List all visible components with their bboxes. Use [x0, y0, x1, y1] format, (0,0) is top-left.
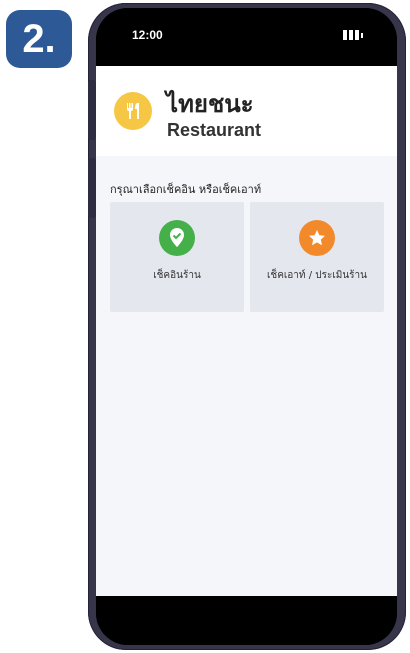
app-content: ไทยชนะ Restaurant กรุณาเลือกเช็คอิน หรือ… [96, 66, 397, 596]
action-cards: เช็คอินร้าน เช็คเอาท์ / ประเมินร้าน [110, 202, 384, 312]
status-bar: 12:00 [96, 8, 397, 66]
fork-knife-icon [114, 92, 152, 130]
star-icon [299, 220, 335, 256]
choose-action-prompt: กรุณาเลือกเช็คอิน หรือเช็คเอาท์ [110, 183, 262, 196]
check-in-card[interactable]: เช็คอินร้าน [110, 202, 244, 312]
check-in-label: เช็คอินร้าน [153, 270, 201, 281]
phone-volume-down-button [88, 158, 96, 218]
step-number-badge: 2. [6, 10, 72, 68]
phone-notch [196, 8, 316, 38]
location-check-icon [159, 220, 195, 256]
phone-volume-up-button [88, 80, 96, 140]
phone-screen: 12:00 ไทยชนะ Restaurant กรุณาเลือกเช็คอิ… [96, 8, 397, 645]
app-title-english: Restaurant [167, 120, 262, 140]
app-title-thai: ไทยชนะ [166, 90, 254, 118]
status-time: 12:00 [132, 28, 163, 42]
battery-icon [343, 30, 365, 40]
check-out-label: เช็คเอาท์ / ประเมินร้าน [266, 270, 367, 281]
app-header: ไทยชนะ Restaurant [96, 66, 397, 156]
check-out-card[interactable]: เช็คเอาท์ / ประเมินร้าน [250, 202, 384, 312]
bottom-bar [96, 596, 397, 645]
